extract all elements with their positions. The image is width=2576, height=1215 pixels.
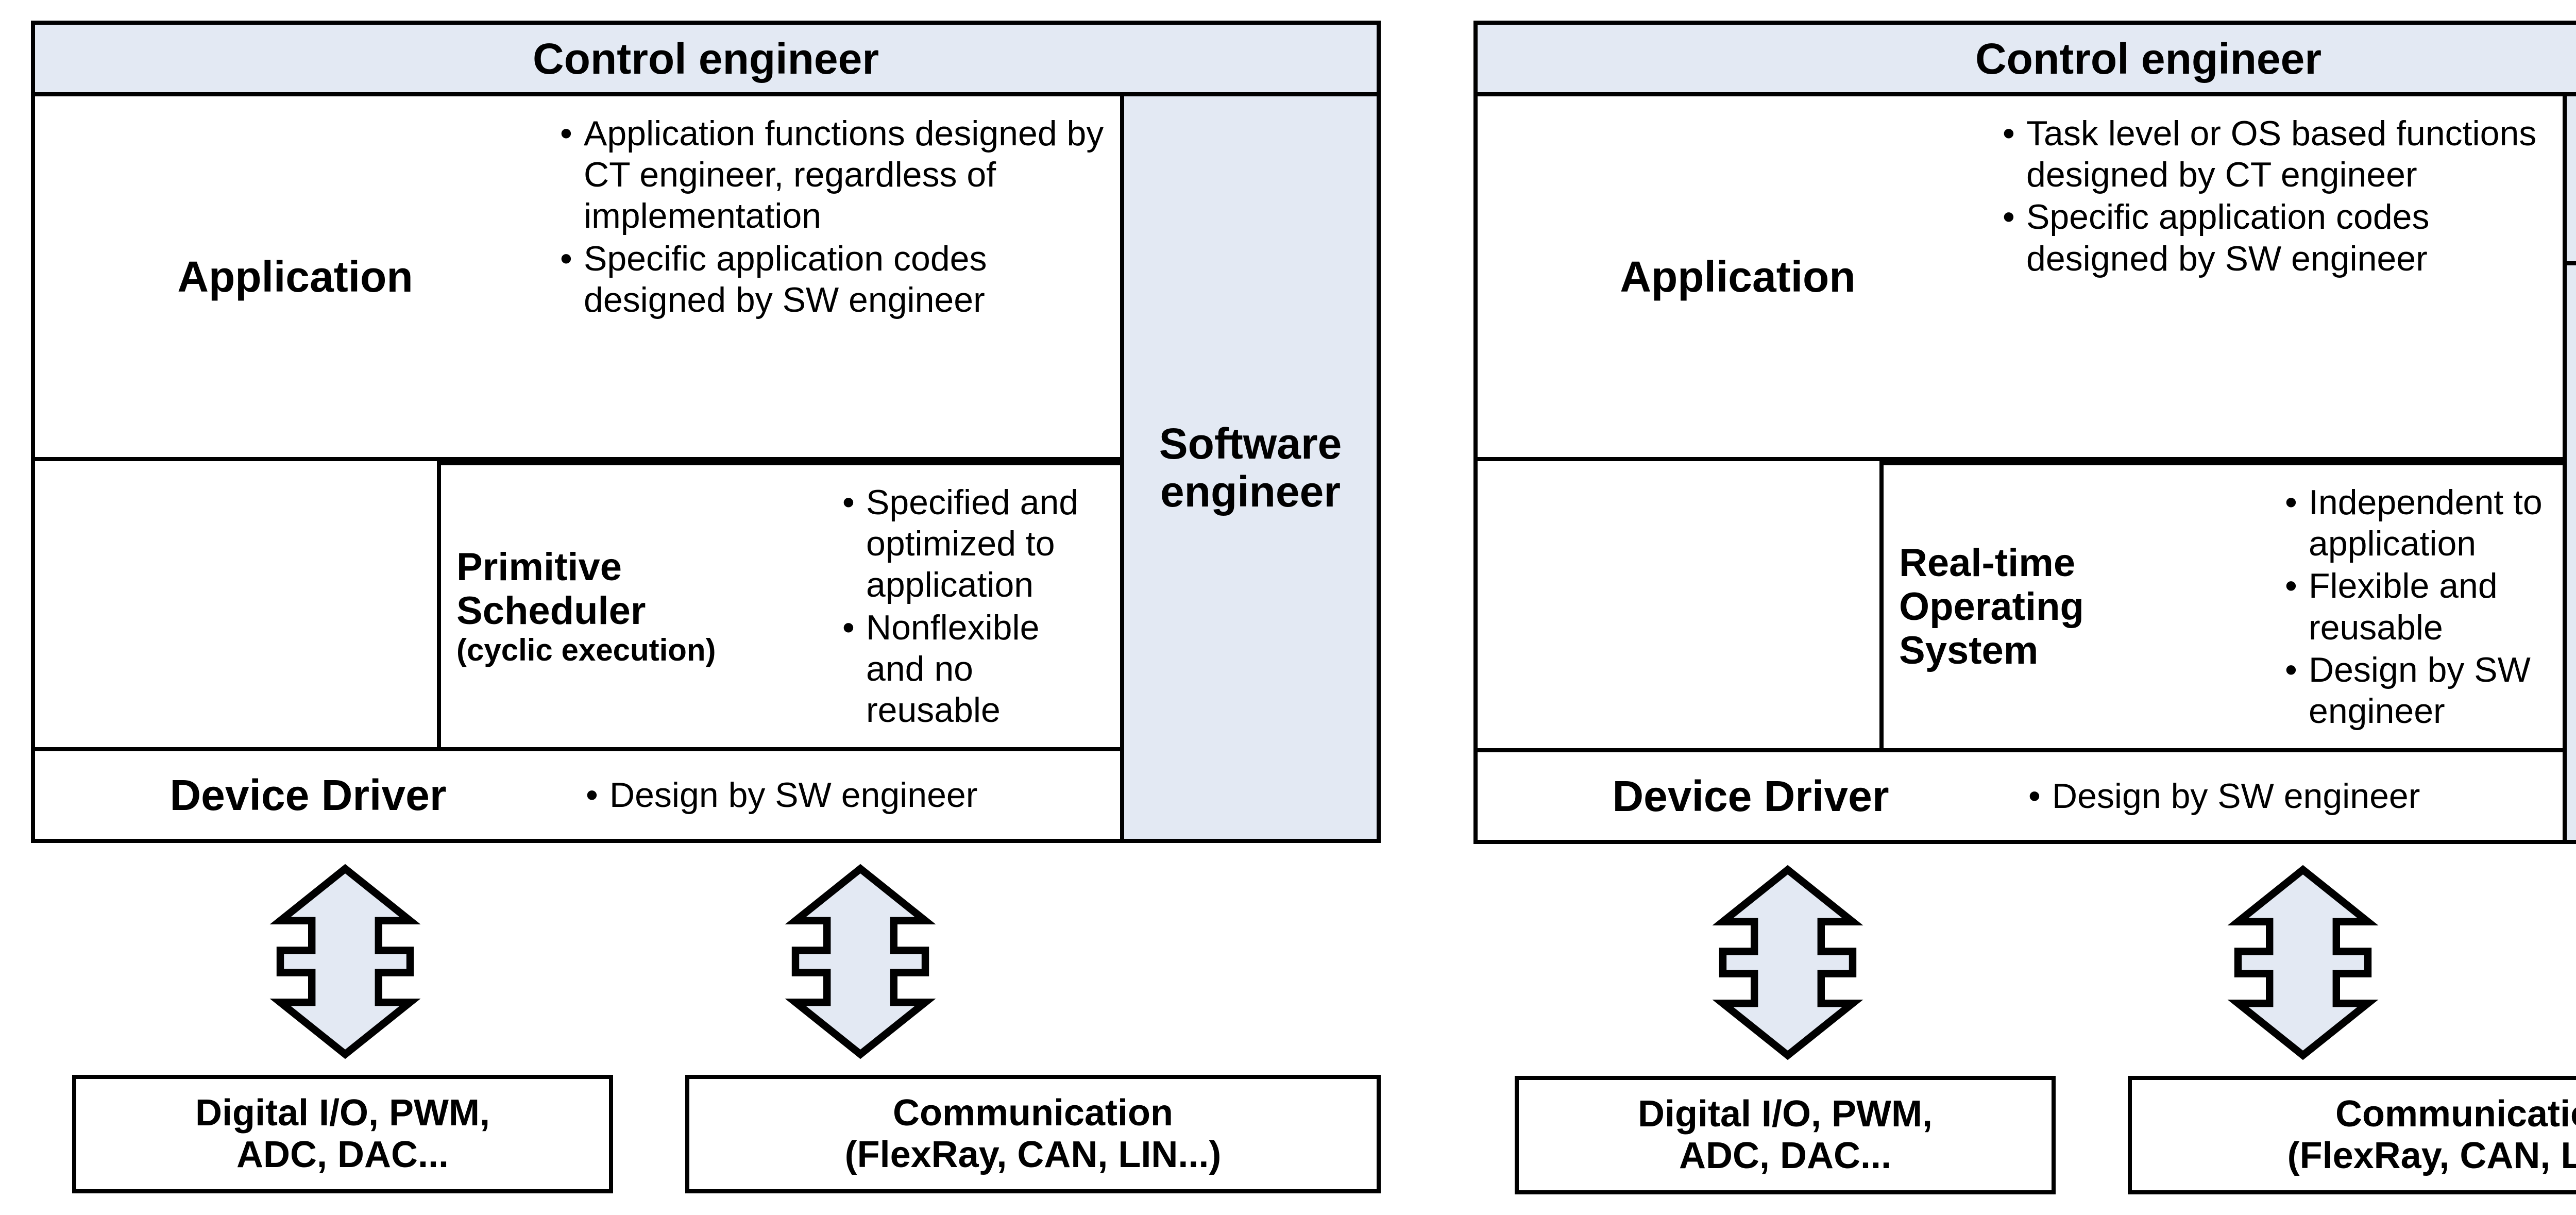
application-layer: Application Task level or OS based funct… (1478, 96, 2563, 461)
control-engineer-header: Control engineer (1478, 25, 2576, 96)
updown-arrow-icon (1695, 865, 1880, 1060)
diagram-root: Control engineer Application Application… (0, 0, 2576, 1215)
device-driver-label: Device Driver (1478, 771, 2024, 821)
rtos-label-line: Operating (1899, 585, 2265, 629)
application-layer: Application Application functions design… (35, 96, 1120, 461)
device-driver-bullets: Design by SW engineer (2024, 765, 2563, 828)
right-bottom-boxes: Digital I/O, PWM, ADC, DAC... Communicat… (1473, 1076, 2576, 1194)
application-bullets: Application functions designed by CT eng… (555, 96, 1120, 457)
software-engineer-column: Software engineer (2567, 96, 2576, 840)
rtos-layer: Real-time Operating System Independent t… (1478, 457, 2563, 752)
communication-box: Communication (FlexRay, CAN, LIN...) (2128, 1076, 2576, 1194)
scheduler-label-sub: (cyclic execution) (456, 633, 822, 667)
device-driver-layer: Device Driver Design by SW engineer (35, 751, 1120, 839)
rtos-indent (1478, 461, 1879, 748)
application-bullet: Specific application codes designed by S… (2026, 196, 2547, 279)
left-arrow-row (31, 864, 1381, 1059)
device-driver-label: Device Driver (35, 770, 581, 820)
rtos-label-line: Real-time (1899, 541, 2265, 585)
io-box: Digital I/O, PWM, ADC, DAC... (1515, 1076, 2056, 1194)
application-label: Application (1478, 96, 1998, 457)
application-bullet: Application functions designed by CT eng… (584, 113, 1105, 237)
rtos-bullet: Flexible and reusable (2309, 565, 2547, 648)
rtos-bullet: Design by SW engineer (2309, 649, 2547, 732)
device-driver-bullets: Design by SW engineer (581, 764, 1120, 826)
scheduler-label: Primitive Scheduler (cyclic execution) (441, 465, 838, 747)
rtos-label-line: System (1899, 629, 2265, 672)
left-stack: Control engineer Application Application… (31, 21, 1381, 843)
communication-box: Communication (FlexRay, CAN, LIN...) (685, 1075, 1381, 1193)
right-below: Digital I/O, PWM, ADC, DAC... Communicat… (1473, 865, 2576, 1194)
updown-arrow-icon (768, 864, 953, 1059)
right-layers-column: Application Task level or OS based funct… (1478, 96, 2567, 840)
io-box: Digital I/O, PWM, ADC, DAC... (72, 1075, 613, 1193)
software-engineer-label-area: Software engineer (2567, 265, 2576, 840)
scheduler-label-line: Scheduler (456, 589, 822, 633)
scheduler-bullets: Specified and optimized to application N… (838, 465, 1120, 747)
left-below: Digital I/O, PWM, ADC, DAC... Communicat… (31, 864, 1381, 1193)
rtos-label: Real-time Operating System (1884, 465, 2280, 748)
left-layers-column: Application Application functions design… (35, 96, 1124, 839)
scheduler-layer: Primitive Scheduler (cyclic execution) S… (35, 457, 1120, 751)
scheduler-indent (35, 461, 437, 747)
application-bullet: Specific application codes designed by S… (584, 238, 1105, 320)
right-arrow-row (1473, 865, 2576, 1060)
left-body-row: Application Application functions design… (35, 96, 1377, 839)
right-body-row: Application Task level or OS based funct… (1478, 96, 2576, 840)
control-engineer-header: Control engineer (35, 25, 1377, 96)
device-driver-layer: Device Driver Design by SW engineer (1478, 752, 2563, 840)
rtos-bullet: Independent to application (2309, 482, 2547, 564)
device-driver-bullet: Design by SW engineer (609, 775, 1105, 815)
scheduler-box: Primitive Scheduler (cyclic execution) S… (437, 461, 1120, 747)
application-label: Application (35, 96, 555, 457)
left-panel: Control engineer Application Application… (31, 21, 1381, 1193)
device-driver-bullet: Design by SW engineer (2052, 776, 2547, 816)
scheduler-bullet: Specified and optimized to application (866, 482, 1105, 606)
scheduler-bullet: Nonflexible and no reusable (866, 607, 1105, 731)
updown-arrow-icon (2210, 865, 2396, 1060)
updown-arrow-icon (252, 864, 438, 1059)
right-panel: Control engineer Application Task level … (1473, 21, 2576, 1194)
left-bottom-boxes: Digital I/O, PWM, ADC, DAC... Communicat… (31, 1075, 1381, 1193)
scheduler-label-line: Primitive (456, 545, 822, 589)
right-stack: Control engineer Application Task level … (1473, 21, 2576, 844)
rtos-bullets: Independent to application Flexible and … (2280, 465, 2563, 748)
application-bullets: Task level or OS based functions designe… (1998, 96, 2563, 457)
rtos-box: Real-time Operating System Independent t… (1879, 461, 2563, 748)
application-bullet: Task level or OS based functions designe… (2026, 113, 2547, 195)
software-engineer-label: Software engineer (1159, 420, 1342, 515)
software-engineer-tab-top (2567, 96, 2576, 265)
software-engineer-column: Software engineer (1124, 96, 1377, 839)
